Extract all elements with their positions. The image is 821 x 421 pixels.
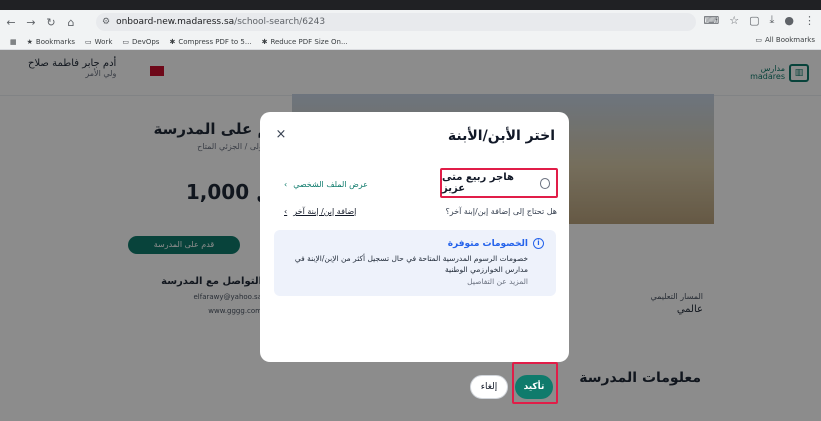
pdf-icon: ✱ bbox=[169, 37, 176, 46]
child-radio[interactable] bbox=[539, 177, 550, 189]
chevron-left-icon: ‹ bbox=[284, 180, 288, 189]
home-icon[interactable]: ⌂ bbox=[62, 13, 80, 31]
browser-toolbar: ← → ↻ ⌂ ⚙ onboard-new.madaress.sa /schoo… bbox=[0, 10, 821, 34]
chevron-left-icon: ‹ bbox=[284, 207, 288, 216]
reload-icon[interactable]: ↻ bbox=[42, 13, 60, 31]
forward-icon[interactable]: → bbox=[22, 13, 40, 31]
discount-title: الخصومات متوفرة bbox=[447, 238, 528, 249]
menu-icon[interactable]: ⋮ bbox=[804, 14, 815, 27]
select-child-modal: اختر الأبن/الأبنة × هاجر ربيع متى عزيز ‹… bbox=[260, 112, 569, 404]
translate-icon[interactable]: ⌨ bbox=[703, 14, 719, 27]
add-child-question: هل تحتاج إلى إضافة إبن/إبنة آخر؟ bbox=[445, 207, 557, 216]
folder-icon: ▭ bbox=[122, 37, 129, 46]
star-icon: ★ bbox=[26, 37, 33, 46]
bookmark-reduce-pdf[interactable]: ✱ Reduce PDF Size On... bbox=[262, 38, 348, 46]
star-icon[interactable]: ☆ bbox=[729, 14, 739, 27]
bookmark-work[interactable]: ▭ Work bbox=[85, 38, 112, 46]
bookmark-bookmarks[interactable]: ★ Bookmarks bbox=[27, 38, 75, 46]
bookmarks-bar: ▦ ★ Bookmarks ▭ Work ▭ DevOps ✱ Compress PDF… bbox=[0, 34, 821, 50]
profile-icon[interactable]: ● bbox=[784, 14, 794, 27]
bookmark-devops[interactable]: ▭ DevOps bbox=[122, 38, 159, 46]
page-content: مدارس madares ▥ أدم جابر فاطمة صلاح ولي ا… bbox=[0, 50, 821, 421]
discount-banner: الخصومات متوفرة i خصومات الرسوم المدرسية… bbox=[274, 230, 556, 296]
apps-icon[interactable]: ▦ bbox=[10, 38, 17, 46]
add-child-link[interactable]: ‹ إضافة إبن/ إبنة آخر bbox=[284, 207, 356, 216]
bookmark-compress-pdf[interactable]: ✱ Compress PDF to 5... bbox=[169, 38, 251, 46]
info-icon: i bbox=[533, 238, 544, 249]
window-titlebar bbox=[0, 0, 821, 10]
pdf-icon: ✱ bbox=[261, 37, 268, 46]
child-name: هاجر ربيع متى عزيز bbox=[442, 172, 514, 194]
folder-icon: ▭ bbox=[755, 36, 762, 44]
site-info-icon[interactable]: ⚙ bbox=[102, 17, 110, 27]
url-host: onboard-new.madaress.sa bbox=[116, 17, 235, 27]
url-path: /school-search/6243 bbox=[234, 17, 326, 27]
back-icon[interactable]: ← bbox=[2, 13, 20, 31]
address-bar[interactable]: ⚙ onboard-new.madaress.sa /school-search… bbox=[96, 13, 696, 31]
folder-icon: ▭ bbox=[85, 37, 92, 46]
all-bookmarks[interactable]: ▭ All Bookmarks bbox=[755, 36, 815, 44]
cancel-button[interactable]: إلغاء bbox=[470, 375, 508, 399]
discount-text: خصومات الرسوم المدرسية المتاحة في حال تس… bbox=[294, 254, 528, 274]
modal-title: اختر الأبن/الأبنة bbox=[447, 128, 555, 144]
child-option[interactable]: هاجر ربيع متى عزيز bbox=[440, 168, 558, 198]
download-icon[interactable]: ⤓ bbox=[770, 13, 775, 27]
discount-more-link[interactable]: المزيد عن التفاصيل bbox=[286, 277, 544, 286]
close-icon[interactable]: × bbox=[272, 126, 290, 144]
view-profile-link[interactable]: ‹ عرض الملف الشخصي bbox=[284, 180, 368, 189]
extensions-icon[interactable]: ▢ bbox=[749, 14, 759, 27]
confirm-button[interactable]: تأكيد bbox=[515, 375, 553, 399]
